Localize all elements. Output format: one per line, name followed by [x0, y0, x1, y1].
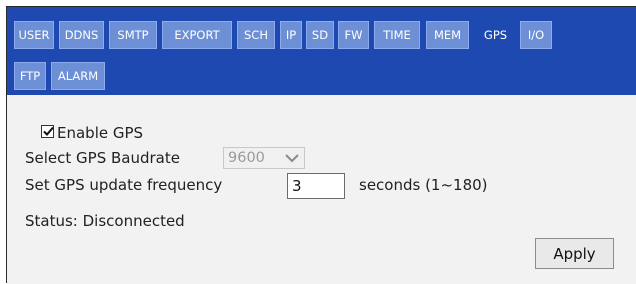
frequency-unit: seconds (1~180)	[359, 176, 488, 194]
enable-gps-label: Enable GPS	[57, 124, 144, 142]
check-icon	[43, 126, 54, 136]
tab-time[interactable]: TIME	[374, 21, 420, 49]
baudrate-value: 9600	[228, 150, 265, 166]
enable-gps-checkbox[interactable]	[41, 125, 54, 138]
tab-sch[interactable]: SCH	[237, 21, 275, 49]
tab-io[interactable]: I/O	[520, 21, 552, 49]
tab-user[interactable]: USER	[14, 21, 54, 49]
tab-fw[interactable]: FW	[338, 21, 369, 49]
tab-ip[interactable]: IP	[280, 21, 302, 49]
frequency-input[interactable]	[287, 173, 345, 199]
chevron-down-icon	[285, 154, 299, 163]
baudrate-select[interactable]: 9600	[223, 147, 305, 169]
tab-ftp[interactable]: FTP	[14, 62, 46, 90]
tab-mem[interactable]: MEM	[426, 21, 469, 49]
tab-bar: USER DDNS SMTP EXPORT SCH IP SD FW TIME …	[7, 7, 636, 95]
tab-export[interactable]: EXPORT	[162, 21, 232, 49]
frequency-label: Set GPS update frequency	[25, 176, 223, 194]
baudrate-label: Select GPS Baudrate	[25, 149, 180, 167]
gps-content: Enable GPS Select GPS Baudrate 9600 Set …	[7, 95, 636, 284]
tab-alarm[interactable]: ALARM	[51, 62, 105, 90]
tab-smtp[interactable]: SMTP	[109, 21, 157, 49]
tab-sd[interactable]: SD	[306, 21, 334, 49]
tab-gps[interactable]: GPS	[475, 21, 516, 49]
tab-ddns[interactable]: DDNS	[59, 21, 104, 49]
gps-settings-panel: USER DDNS SMTP EXPORT SCH IP SD FW TIME …	[6, 6, 636, 284]
apply-button[interactable]: Apply	[535, 238, 614, 269]
status-text: Status: Disconnected	[25, 212, 185, 230]
